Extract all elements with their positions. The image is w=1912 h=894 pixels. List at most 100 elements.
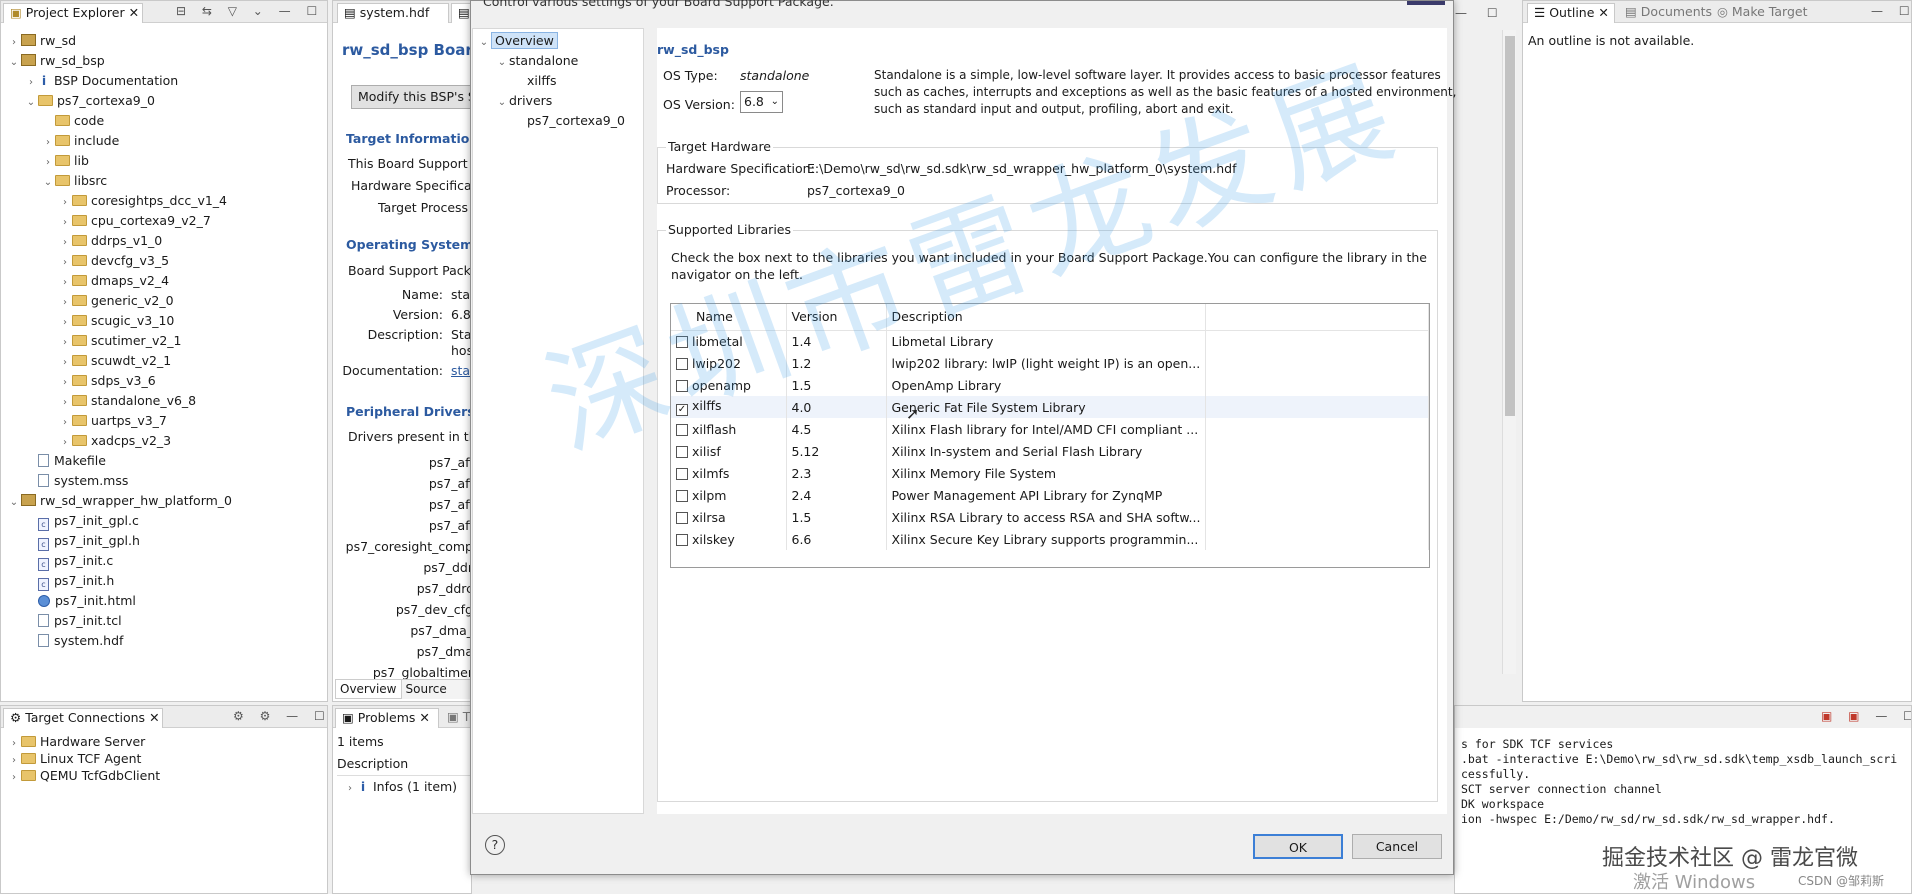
ok-button[interactable]: OK <box>1253 834 1343 859</box>
expand-icon[interactable]: › <box>58 253 72 273</box>
tree-item[interactable]: system.mss <box>24 471 128 491</box>
tree-item[interactable]: c ps7_init.h <box>24 571 114 591</box>
tree-item[interactable]: ⌄ libsrc <box>41 171 107 191</box>
modify-bsp-button[interactable]: Modify this BSP's S <box>351 85 471 109</box>
expand-icon[interactable]: › <box>58 353 72 373</box>
tree-item[interactable]: c ps7_init_gpl.c <box>24 511 139 531</box>
tree-item[interactable]: › lib <box>41 151 89 171</box>
library-checkbox[interactable] <box>676 533 688 546</box>
tree-item[interactable]: ⌄ ps7_cortexa9_0 <box>24 91 155 111</box>
expand-icon[interactable]: › <box>58 293 72 313</box>
library-row[interactable]: xilisf 5.12 Xilinx In-system and Serial Fl… <box>671 440 1429 462</box>
tree-item[interactable]: ⌄ rw_sd_wrapper_hw_platform_0 <box>7 491 232 511</box>
tree-item[interactable]: › standalone_v6_8 <box>58 391 196 411</box>
expand-icon[interactable]: ⌄ <box>41 173 55 193</box>
tab-overview[interactable]: Overview <box>335 680 402 699</box>
expand-icon[interactable]: › <box>58 393 72 413</box>
tab-make-target[interactable]: ◎ Make Target <box>1711 3 1813 23</box>
tab-target-connections[interactable]: ⚙ Target Connections ✕ <box>3 708 163 728</box>
tab-project-explorer[interactable]: ▣ Project Explorer ✕ <box>3 3 143 23</box>
tab-outline[interactable]: ☰ Outline ✕ <box>1527 3 1615 23</box>
tree-item[interactable]: code <box>41 111 104 131</box>
editor-window-controls[interactable]: — ☐ <box>1455 6 1515 20</box>
expand-icon[interactable]: ⌄ <box>7 53 21 73</box>
expand-icon[interactable]: › <box>41 153 55 173</box>
connection-item[interactable]: › QEMU TcfGdbClient <box>7 766 160 786</box>
expand-icon[interactable]: › <box>41 133 55 153</box>
tab-documents[interactable]: ▤ Documents <box>1619 3 1718 23</box>
expand-icon[interactable]: › <box>58 193 72 213</box>
library-row[interactable]: xilflash 4.5 Xilinx Flash library for Inte… <box>671 418 1429 440</box>
library-row[interactable]: xilpm 2.4 Power Management API Library for… <box>671 484 1429 506</box>
nav-item-xilffs[interactable]: xilffs <box>513 71 556 91</box>
chevron-down-icon[interactable]: ⌄ <box>495 93 509 113</box>
tree-item[interactable]: › sdps_v3_6 <box>58 371 156 391</box>
nav-item-drivers[interactable]: ⌄ drivers <box>495 91 553 113</box>
expand-icon[interactable]: › <box>58 233 72 253</box>
tree-item[interactable]: › ddrps_v1_0 <box>58 231 162 251</box>
tree-item[interactable]: › uartps_v3_7 <box>58 411 167 431</box>
expand-icon[interactable]: ⌄ <box>7 493 21 513</box>
tree-item[interactable]: › include <box>41 131 119 151</box>
tree-item[interactable]: ps7_init.html <box>24 591 136 611</box>
tab-bsp[interactable]: ▤ <box>451 3 471 23</box>
view-toolbar[interactable]: — ☐ <box>1871 4 1912 18</box>
view-toolbar[interactable]: ⊟ ⇆ ▽ ⌄ — ☐ <box>176 4 323 18</box>
chevron-down-icon[interactable]: ⌄ <box>495 53 509 73</box>
editor-scrollbar[interactable] <box>1502 30 1516 674</box>
tab-problems[interactable]: ▣ Problems ✕ <box>335 708 439 728</box>
expand-icon[interactable]: › <box>58 433 72 453</box>
tree-item[interactable]: › scugic_v3_10 <box>58 311 174 331</box>
nav-item-ps7-cortexa9-0[interactable]: ps7_cortexa9_0 <box>513 111 625 131</box>
tree-item[interactable]: c ps7_init_gpl.h <box>24 531 140 551</box>
expand-icon[interactable]: › <box>58 313 72 333</box>
expand-icon[interactable]: › <box>7 33 21 53</box>
tree-item[interactable]: › rw_sd <box>7 31 76 51</box>
expand-icon[interactable]: › <box>58 273 72 293</box>
library-row[interactable]: xilskey 6.6 Xilinx Secure Key Library supp… <box>671 528 1429 550</box>
os-version-select[interactable]: 6.8 ⌄ <box>740 91 783 113</box>
tree-item[interactable]: › coresightps_dcc_v1_4 <box>58 191 227 211</box>
tree-item[interactable]: › i BSP Documentation <box>24 71 178 91</box>
cancel-button[interactable]: Cancel <box>1352 834 1442 859</box>
nav-item-Overview[interactable]: ⌄ Overview <box>477 31 558 51</box>
expand-icon[interactable]: › <box>24 73 38 93</box>
library-checkbox[interactable] <box>676 511 688 524</box>
tree-item[interactable]: Makefile <box>24 451 106 471</box>
tree-item[interactable]: › xadcps_v2_3 <box>58 431 171 451</box>
expand-icon[interactable]: › <box>58 333 72 353</box>
tree-item[interactable]: ⌄ rw_sd_bsp <box>7 51 105 71</box>
tree-item[interactable]: › scuwdt_v2_1 <box>58 351 171 371</box>
os-field-value[interactable]: sta <box>451 363 470 378</box>
nav-item-standalone[interactable]: ⌄ standalone <box>495 51 579 73</box>
tab-tasks[interactable]: ▣ T <box>441 708 471 728</box>
tree-item[interactable]: › cpu_cortexa9_v2_7 <box>58 211 211 231</box>
tree-item[interactable]: › dmaps_v2_4 <box>58 271 169 291</box>
console-toolbar[interactable]: ▣ ▣ — ☐ <box>1821 709 1911 723</box>
view-toolbar[interactable]: ⚙ ⚙ — ☐ <box>233 709 331 723</box>
library-checkbox[interactable] <box>676 445 688 458</box>
expand-icon[interactable]: ⌄ <box>24 93 38 113</box>
expand-icon[interactable]: › <box>58 373 72 393</box>
close-icon[interactable]: ✕ <box>419 710 429 725</box>
help-button[interactable]: ? <box>485 835 505 855</box>
scrollbar-thumb[interactable] <box>1505 36 1515 416</box>
expand-icon[interactable]: › <box>343 783 357 794</box>
expand-icon[interactable]: › <box>58 413 72 433</box>
tab-system-hdf[interactable]: ▤ system.hdf <box>337 3 449 23</box>
close-icon[interactable]: ✕ <box>1598 5 1608 20</box>
tree-item[interactable]: ps7_init.tcl <box>24 611 122 631</box>
tree-item[interactable]: › generic_v2_0 <box>58 291 174 311</box>
close-icon[interactable]: ✕ <box>149 710 159 725</box>
tree-item[interactable]: › devcfg_v3_5 <box>58 251 169 271</box>
tree-item[interactable]: › scutimer_v2_1 <box>58 331 182 351</box>
library-checkbox[interactable] <box>676 467 688 480</box>
library-row[interactable]: xilrsa 1.5 Xilinx RSA Library to access RS… <box>671 506 1429 528</box>
chevron-down-icon[interactable]: ⌄ <box>477 33 491 53</box>
tab-source[interactable]: Source <box>402 680 451 698</box>
expand-icon[interactable]: › <box>7 768 21 788</box>
library-row[interactable]: xilmfs 2.3 Xilinx Memory File System <box>671 462 1429 484</box>
close-icon[interactable]: ✕ <box>129 5 139 20</box>
problems-row[interactable]: › i Infos (1 item) <box>343 779 457 794</box>
library-checkbox[interactable] <box>676 489 688 502</box>
